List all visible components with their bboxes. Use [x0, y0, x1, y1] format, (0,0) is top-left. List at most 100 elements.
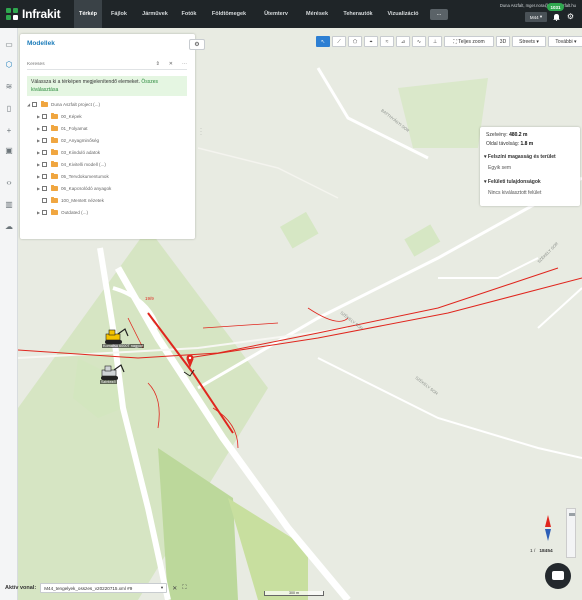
caret-down-icon[interactable]: ◢ — [25, 102, 32, 107]
tab-teherautok[interactable]: Teherautók — [336, 0, 380, 28]
map-toolbar: ↖ ⟋ ⬠ ⌖ ≈ ⊿ ∿ ⊥ ⛶ Teljes zoom 3D Streets… — [316, 36, 582, 47]
checkbox[interactable] — [42, 210, 47, 215]
chat-bubble-icon[interactable] — [545, 563, 571, 589]
tab-terkep[interactable]: Térkép — [74, 0, 102, 28]
panel-title: Modellek — [27, 40, 55, 47]
tree-item-label: 03_Kiinduló adatok — [61, 150, 101, 155]
clear-icon[interactable]: ✕ — [169, 61, 173, 67]
compass-icon[interactable] — [544, 515, 552, 541]
checkbox[interactable] — [42, 126, 47, 131]
folder-icon — [51, 173, 58, 179]
measure-icon[interactable]: ⌖ — [364, 36, 378, 47]
zoom-slider[interactable] — [566, 508, 576, 558]
tab-fotok[interactable]: Fotók — [174, 0, 204, 28]
bell-icon[interactable] — [552, 13, 560, 21]
checkbox[interactable] — [42, 198, 47, 203]
draw-polygon-icon[interactable]: ⬠ — [348, 36, 362, 47]
profile-icon[interactable]: ≈ — [380, 36, 394, 47]
offset-label: Oldal távolság: — [486, 141, 520, 147]
top-navigation: Infrakit Térkép Fájlok Járművek Fotók Fö… — [0, 0, 582, 28]
caret-right-icon[interactable]: ▶ — [35, 186, 42, 191]
checkbox[interactable] — [42, 114, 47, 119]
surface-section-header[interactable]: ▾ Felszíni magasság és terület — [484, 154, 556, 160]
cross-section-icon[interactable]: ⊥ — [428, 36, 442, 47]
select-pointer-icon[interactable]: ↖ — [316, 36, 330, 47]
map-layers-icon[interactable]: ▭ — [4, 40, 14, 50]
tree-item[interactable]: ▶ 01_Folyamat — [35, 124, 88, 133]
close-icon[interactable]: ✕ — [172, 585, 177, 592]
image-icon[interactable]: ▣ — [4, 146, 14, 156]
machine-label: Szintező — [100, 380, 117, 384]
checkbox[interactable] — [42, 150, 47, 155]
tab-jarmuvek[interactable]: Járművek — [136, 0, 174, 28]
basemap-select[interactable]: Streets ▾ — [512, 36, 546, 47]
chart-icon[interactable]: ▥ — [4, 200, 14, 210]
alignment-info-box: Szelvény: 480.2 m Oldal távolság: 1.8 m … — [480, 127, 580, 206]
user-email[interactable]: Duna Aszfalt, mger.nora@dunaaszfalt.hu — [500, 3, 576, 8]
tab-vizualizacio[interactable]: Vizualizáció — [380, 0, 426, 28]
draw-line-icon[interactable]: ⟋ — [332, 36, 346, 47]
tab-fajlok[interactable]: Fájlok — [102, 0, 136, 28]
active-line-value: M44_tengelyek_osszes_v20220715.xml #9 — [44, 585, 133, 591]
offset-value: 1.8 m — [520, 141, 534, 147]
expand-icon: ⛶ — [453, 38, 457, 45]
layers-stack-icon[interactable]: ≋ — [4, 82, 14, 92]
tree-item[interactable]: ▶ 03_Kiinduló adatok — [35, 148, 100, 157]
code-icon[interactable]: ‹› — [4, 178, 14, 188]
full-zoom-button[interactable]: ⛶ Teljes zoom — [444, 36, 494, 47]
caret-right-icon[interactable]: ▶ — [35, 150, 42, 155]
caret-right-icon[interactable]: ▶ — [35, 174, 42, 179]
caret-right-icon[interactable]: ▶ — [35, 210, 42, 215]
green-area — [398, 78, 488, 148]
tree-item[interactable]: ▶ 04_Kivitelli modell (...) — [35, 160, 106, 169]
tree-item-label: Outdated (...) — [61, 210, 89, 215]
fit-to-view-icon[interactable]: ⛶ — [182, 585, 186, 592]
surface-section-value: Egyik sem — [488, 165, 512, 171]
tree-item[interactable]: ▶ Outdated (...) — [35, 208, 88, 217]
panel-settings-gear-icon[interactable]: ⚙ — [189, 39, 205, 50]
checkbox[interactable] — [42, 162, 47, 167]
models-cube-icon[interactable]: ⬡ — [4, 60, 14, 70]
tree-item[interactable]: ▶ 06_Kapcsolódó anyagok — [35, 184, 111, 193]
active-line-select[interactable]: M44_tengelyek_osszes_v20220715.xml #9 ▾ — [40, 583, 168, 593]
checkbox[interactable] — [42, 186, 47, 191]
document-icon[interactable]: ▯ — [4, 104, 14, 114]
chevron-down-icon: ▾ — [160, 585, 164, 590]
tree-item[interactable]: ▶ 00_Képek — [35, 112, 82, 121]
properties-section-header[interactable]: ▾ Felületi tulajdonságok — [484, 179, 541, 185]
checkbox[interactable] — [42, 174, 47, 179]
tab-meresek[interactable]: Mérések — [298, 0, 336, 28]
project-code: M44 — [529, 14, 539, 20]
tree-item[interactable]: ▶ 05_Tervdokumentumok — [35, 172, 109, 181]
caret-right-icon[interactable]: ▶ — [35, 114, 42, 119]
level-icon[interactable]: ⊿ — [396, 36, 410, 47]
section-title: Felületi tulajdonságok — [487, 179, 541, 185]
offset-row: Oldal távolság: 1.8 m — [486, 141, 533, 147]
folder-icon — [51, 209, 58, 215]
logo[interactable]: Infrakit — [0, 0, 74, 28]
settings-gear-icon[interactable]: ⚙ — [566, 12, 575, 21]
tree-item-root[interactable]: ◢ Duna Aszfalt project (...) — [25, 100, 100, 109]
cloud-icon[interactable]: ☁ — [4, 222, 14, 232]
project-select[interactable]: M44 ▾ — [525, 12, 547, 22]
route-icon[interactable]: ∿ — [412, 36, 426, 47]
checkbox[interactable] — [42, 138, 47, 143]
tree-item[interactable]: 100_Mentett nézetek — [35, 196, 104, 205]
tab-foldtomegek[interactable]: Földtömegek — [204, 0, 254, 28]
sort-icon[interactable]: ⇕ — [156, 61, 160, 67]
more-button[interactable]: További ▾ — [548, 36, 582, 47]
more-options-icon[interactable]: ⋯ — [182, 61, 187, 67]
caret-right-icon[interactable]: ▶ — [35, 126, 42, 131]
caret-right-icon[interactable]: ▶ — [35, 162, 42, 167]
plus-icon[interactable]: + — [4, 126, 14, 136]
view-3d-button[interactable]: 3D — [496, 36, 510, 47]
checkbox[interactable] — [32, 102, 37, 107]
tab-utemterv[interactable]: Ütemterv — [254, 0, 298, 28]
folder-icon — [51, 125, 58, 131]
panel-resize-handle[interactable]: · · · — [200, 126, 203, 138]
search-input[interactable] — [27, 62, 137, 67]
nav-more-button[interactable]: ... — [430, 8, 448, 20]
folder-icon — [51, 161, 58, 167]
tree-item[interactable]: ▶ 02_Anyagminőség — [35, 136, 99, 145]
caret-right-icon[interactable]: ▶ — [35, 138, 42, 143]
